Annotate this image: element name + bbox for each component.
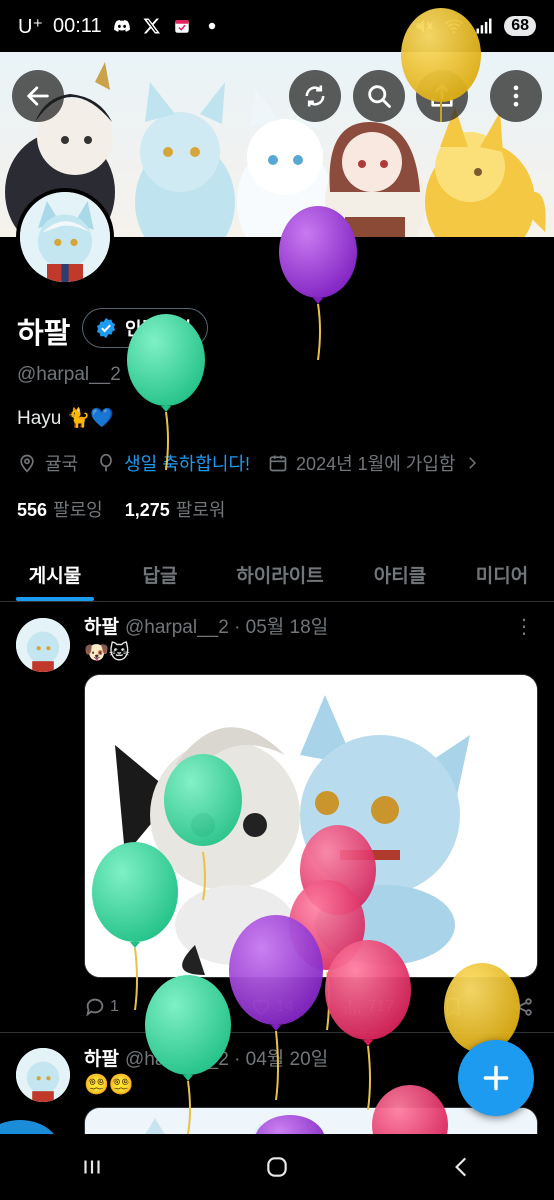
plus-icon — [483, 1065, 509, 1091]
back-icon — [454, 1157, 466, 1177]
balloon-green — [145, 975, 231, 1134]
balloon-purple — [256, 1115, 324, 1134]
compose-post-button[interactable] — [458, 1040, 534, 1116]
balloon-green — [127, 314, 205, 471]
balloon-pink — [325, 940, 411, 1111]
recent-apps-icon — [84, 1160, 100, 1174]
balloon-blue — [0, 1120, 54, 1134]
balloon-yellow — [401, 8, 481, 122]
recent-apps-button[interactable] — [62, 1142, 122, 1192]
system-back-button[interactable] — [432, 1142, 492, 1192]
balloon-pink — [372, 1085, 448, 1134]
system-navigation-bar — [0, 1134, 554, 1200]
home-icon — [267, 1157, 287, 1177]
balloon-purple — [229, 915, 323, 1101]
home-button[interactable] — [247, 1142, 307, 1192]
balloon-purple — [279, 206, 357, 361]
birthday-balloons-overlay — [0, 8, 520, 1134]
